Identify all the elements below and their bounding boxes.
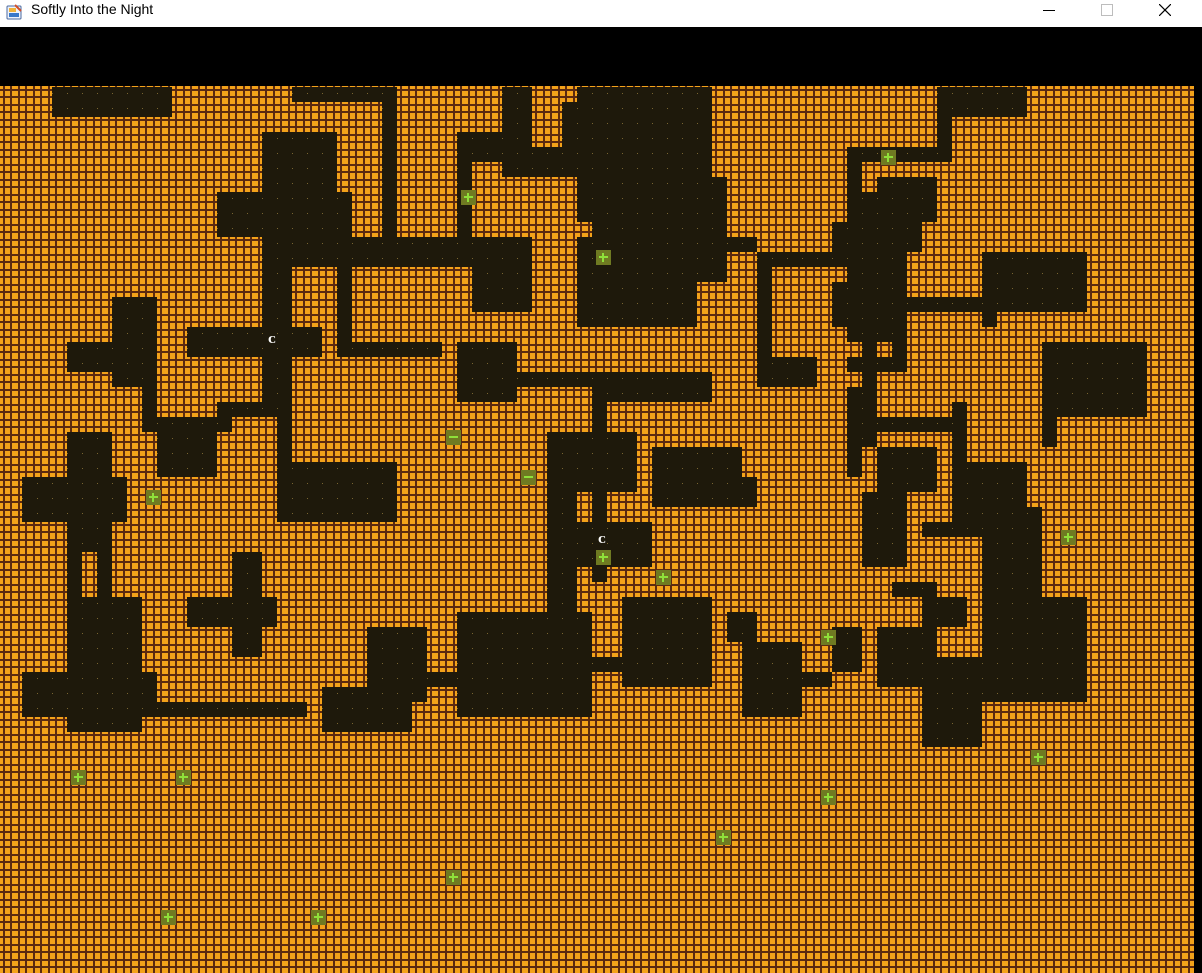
floor-tile	[712, 222, 727, 267]
floor-tile	[922, 597, 967, 627]
floor-tile	[277, 462, 397, 522]
floor-tile	[877, 447, 937, 492]
floor-tile	[67, 717, 142, 732]
floor-tile	[217, 192, 352, 237]
floor-tile	[1042, 417, 1057, 447]
floor-tile	[712, 447, 742, 477]
floor-tile	[922, 522, 952, 537]
floor-tile	[877, 177, 937, 222]
floor-tile	[982, 507, 1042, 597]
open-door-icon	[446, 870, 461, 885]
right-edge-strip	[1194, 27, 1202, 973]
floor-tile	[67, 552, 82, 597]
floor-tile	[292, 87, 397, 102]
floor-tile	[592, 657, 622, 672]
floor-tile	[337, 342, 442, 357]
close-button[interactable]	[1136, 0, 1194, 20]
open-door-icon	[161, 910, 176, 925]
open-door-icon	[596, 550, 611, 565]
floor-tile	[862, 492, 907, 567]
floor-tile	[1042, 342, 1147, 417]
open-door-icon	[881, 150, 896, 165]
open-door-icon	[1061, 530, 1076, 545]
floor-tile	[802, 672, 832, 687]
floor-tile	[862, 147, 952, 162]
player-character-icon[interactable]: ᴄ	[598, 529, 606, 547]
app-icon	[6, 4, 23, 21]
floor-tile	[52, 87, 172, 117]
open-door-icon	[1031, 750, 1046, 765]
floor-tile	[157, 417, 217, 477]
floor-tile	[952, 462, 967, 522]
floor-tile	[457, 342, 517, 402]
floor-tile	[502, 147, 577, 177]
closed-door-icon	[521, 470, 536, 485]
floor-tile	[427, 672, 457, 687]
floor-tile	[592, 372, 712, 402]
open-door-icon	[716, 830, 731, 845]
open-door-icon	[596, 250, 611, 265]
message-area	[0, 27, 1194, 86]
floor-tile	[952, 402, 967, 462]
open-door-icon	[461, 190, 476, 205]
closed-door-icon	[446, 430, 461, 445]
open-door-icon	[146, 490, 161, 505]
open-door-icon	[821, 790, 836, 805]
floor-tile	[757, 252, 772, 372]
floor-tile	[892, 297, 907, 357]
floor-tile	[472, 237, 532, 312]
floor-tile	[577, 237, 697, 327]
floor-tile	[367, 627, 427, 702]
floor-tile	[847, 147, 862, 222]
floor-tile	[97, 552, 112, 597]
floor-tile	[982, 597, 1087, 702]
floor-tile	[622, 597, 712, 687]
floor-tile	[547, 432, 637, 492]
floor-tile	[742, 642, 802, 717]
floor-tile	[67, 342, 157, 372]
floor-tile	[832, 627, 862, 672]
floor-tile	[187, 327, 322, 357]
floor-tile	[67, 597, 142, 612]
floor-tile	[232, 552, 262, 657]
window-title: Softly Into the Night	[31, 1, 154, 17]
floor-tile	[892, 582, 937, 597]
maximize-button[interactable]	[1078, 0, 1136, 20]
open-door-icon	[176, 770, 191, 785]
open-door-icon	[821, 630, 836, 645]
open-door-icon	[311, 910, 326, 925]
floor-tile	[832, 282, 847, 327]
floor-tile	[22, 672, 157, 717]
floor-tile	[697, 477, 757, 507]
floor-tile	[67, 612, 142, 672]
player-character-icon[interactable]: ᴄ	[268, 329, 276, 347]
floor-tile	[922, 657, 982, 747]
open-door-icon	[71, 770, 86, 785]
floor-tile	[22, 477, 127, 522]
floor-tile	[982, 252, 1087, 312]
floor-tile	[157, 702, 307, 717]
floor-tile	[847, 417, 967, 432]
floor-tile	[982, 297, 997, 327]
floor-tile	[952, 522, 997, 537]
map-canvas[interactable]: ᴄᴄ	[0, 86, 1194, 973]
window-titlebar: Softly Into the Night	[0, 0, 1202, 27]
open-door-icon	[656, 570, 671, 585]
floor-tile	[727, 612, 757, 642]
dungeon-map[interactable]: ᴄᴄ	[0, 86, 1194, 973]
minimize-button[interactable]	[1020, 0, 1078, 20]
floor-tile	[67, 522, 112, 552]
